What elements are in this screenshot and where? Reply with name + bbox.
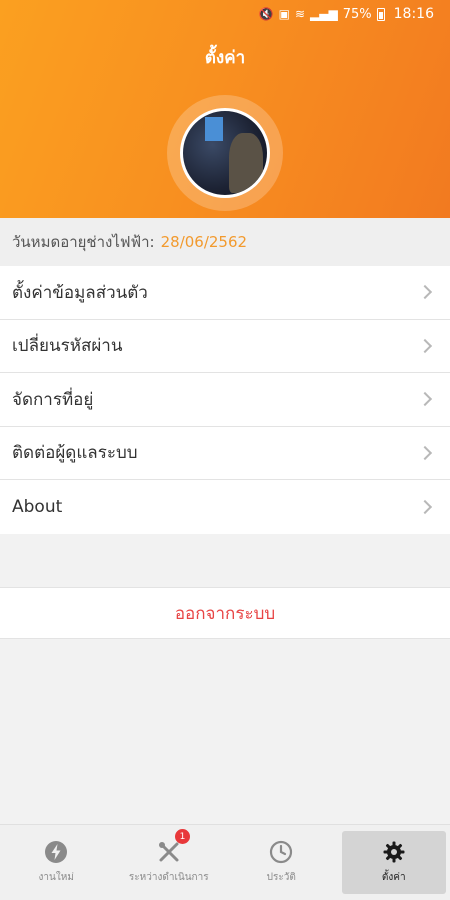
chevron-right-icon xyxy=(417,445,433,460)
gear-icon xyxy=(383,841,405,863)
menu-item-label: ติดต่อผู้ดูแลระบบ xyxy=(12,443,138,464)
menu-item-change-password[interactable]: เปลี่ยนรหัสผ่าน xyxy=(0,320,450,373)
nav-item-label: ประวัติ xyxy=(266,872,296,883)
menu-item-contact-admin[interactable]: ติดต่อผู้ดูแลระบบ xyxy=(0,427,450,480)
menu-item-label: จัดการที่อยู่ xyxy=(12,389,94,410)
bottom-nav: งานใหม่ 1 ระหว่างดำเนินการ ประวัติ ตั้งค… xyxy=(0,824,450,900)
nav-item-in-progress[interactable]: 1 ระหว่างดำเนินการ xyxy=(117,829,222,894)
expiry-date: 28/06/2562 xyxy=(160,233,248,251)
nav-item-label: งานใหม่ xyxy=(38,872,74,883)
avatar-ring xyxy=(167,95,283,211)
avatar-photo-person xyxy=(229,133,263,193)
nav-item-settings[interactable]: ตั้งค่า xyxy=(341,831,446,894)
signal-icon: ▂▄▆ xyxy=(310,7,338,21)
menu-item-label: About xyxy=(12,496,63,517)
battery-icon xyxy=(376,7,385,21)
chevron-right-icon xyxy=(417,338,433,353)
menu-item-manage-address[interactable]: จัดการที่อยู่ xyxy=(0,373,450,427)
menu-item-label: เปลี่ยนรหัสผ่าน xyxy=(12,336,123,357)
avatar-photo-detail xyxy=(205,117,223,141)
tools-icon xyxy=(158,842,179,862)
in-progress-badge: 1 xyxy=(175,829,191,844)
avatar[interactable] xyxy=(180,108,270,198)
status-bar: 🔇 ▣ ≋ ▂▄▆ 75% 18:16 xyxy=(0,0,450,28)
menu-item-profile-settings[interactable]: ตั้งค่าข้อมูลส่วนตัว xyxy=(0,266,450,320)
mute-icon: 🔇 xyxy=(258,7,274,21)
nav-item-new-jobs[interactable]: งานใหม่ xyxy=(4,831,109,894)
chevron-right-icon xyxy=(417,499,433,514)
lightning-icon xyxy=(45,841,68,863)
expiry-label: วันหมดอายุช่างไฟฟ้า: xyxy=(12,233,155,251)
logout-button[interactable]: ออกจากระบบ xyxy=(0,587,450,639)
notification-icon: ▣ xyxy=(278,7,290,21)
status-time: 18:16 xyxy=(393,6,434,22)
page-title: ตั้งค่า xyxy=(204,48,246,68)
chevron-right-icon xyxy=(417,392,433,407)
expiry-row: วันหมดอายุช่างไฟฟ้า: 28/06/2562 xyxy=(0,218,450,266)
nav-item-label: ระหว่างดำเนินการ xyxy=(128,872,209,883)
menu-item-about[interactable]: About xyxy=(0,480,450,534)
nav-item-history[interactable]: ประวัติ xyxy=(229,831,334,894)
battery-percent: 75% xyxy=(342,6,372,22)
header: 🔇 ▣ ≋ ▂▄▆ 75% 18:16 ตั้งค่า xyxy=(0,0,450,218)
chevron-right-icon xyxy=(417,285,433,300)
settings-menu: ตั้งค่าข้อมูลส่วนตัว เปลี่ยนรหัสผ่าน จัด… xyxy=(0,266,450,534)
nav-item-label: ตั้งค่า xyxy=(381,872,406,883)
clock-icon xyxy=(270,840,293,864)
menu-item-label: ตั้งค่าข้อมูลส่วนตัว xyxy=(12,282,148,303)
wifi-icon: ≋ xyxy=(294,7,306,21)
